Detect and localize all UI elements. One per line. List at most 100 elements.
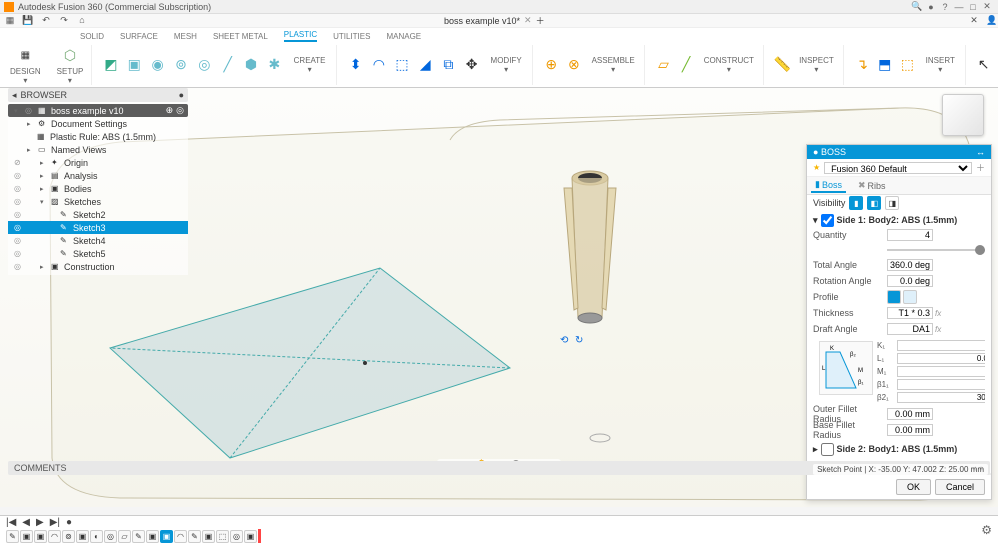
home-icon[interactable]: ⌂ <box>76 15 88 27</box>
ok-button[interactable]: OK <box>896 479 931 495</box>
tool-shell[interactable]: ⬚ <box>391 54 412 76</box>
quantity-input[interactable] <box>887 229 933 241</box>
preset-select[interactable]: Fusion 360 Default <box>824 162 972 174</box>
param-m1[interactable] <box>897 366 985 377</box>
timeline-feature[interactable]: ✎ <box>6 530 19 543</box>
tool-move[interactable]: ✥ <box>461 54 482 76</box>
tool-plane[interactable]: ▱ <box>653 54 674 76</box>
vis-mode-2[interactable]: ◧ <box>867 196 881 210</box>
undo-icon[interactable]: ↶ <box>40 15 52 27</box>
tree-origin[interactable]: ⊘✦Origin <box>8 156 188 169</box>
base-fillet-input[interactable] <box>887 424 933 436</box>
timeline-feature[interactable]: ▣ <box>146 530 159 543</box>
tool-axis[interactable]: ╱ <box>676 54 697 76</box>
tab-surface[interactable]: SURFACE <box>120 32 158 42</box>
close-tab-icon[interactable]: ✕ <box>524 15 532 26</box>
tab-manage[interactable]: MANAGE <box>386 32 421 42</box>
param-k1[interactable] <box>897 340 985 351</box>
timeline-feature[interactable]: ▱ <box>118 530 131 543</box>
view-cube[interactable] <box>942 94 984 136</box>
tool-insert-deriv[interactable]: ↴ <box>852 54 873 76</box>
param-b1[interactable] <box>897 379 985 390</box>
tool-select[interactable]: ↖ <box>974 54 994 76</box>
tree-bodies[interactable]: ◎▣Bodies <box>8 182 188 195</box>
rotation-angle-input[interactable] <box>887 275 933 287</box>
document-tab[interactable]: boss example v10* ✕ ＋ <box>444 14 545 27</box>
vis-mode-3[interactable]: ◨ <box>885 196 899 210</box>
tab-mesh[interactable]: MESH <box>174 32 197 42</box>
settings-gear-icon[interactable]: ⚙ <box>981 523 992 537</box>
tree-construction[interactable]: ◎▣Construction <box>8 260 188 273</box>
tool-boss[interactable]: ◎ <box>194 54 215 76</box>
tree-sketches[interactable]: ◎▨Sketches <box>8 195 188 208</box>
side2-check[interactable] <box>821 443 834 456</box>
tool-snap[interactable]: ⬢ <box>240 54 261 76</box>
timeline-feature[interactable]: ✎ <box>132 530 145 543</box>
tl-next[interactable]: ▶| <box>50 517 60 528</box>
tab-plastic[interactable]: PLASTIC <box>284 30 317 42</box>
pin-icon[interactable]: ↔ <box>976 147 985 157</box>
draft-input[interactable] <box>887 323 933 335</box>
collapse-icon[interactable]: ◂ <box>12 90 17 101</box>
profile-opt-1[interactable] <box>887 290 901 304</box>
tl-first[interactable]: |◀ <box>6 517 16 528</box>
data-panel-icon[interactable]: ▦ <box>4 15 16 27</box>
extensions-icon[interactable]: ✕ <box>968 15 980 27</box>
param-b2[interactable] <box>897 392 985 403</box>
tool-insert-mc[interactable]: ⬒ <box>874 54 895 76</box>
timeline-feature[interactable]: ▣ <box>244 530 257 543</box>
tool-draft[interactable]: ◢ <box>415 54 436 76</box>
timeline-feature[interactable]: ▣ <box>20 530 33 543</box>
outer-fillet-input[interactable] <box>887 408 933 420</box>
timeline-feature[interactable]: ✎ <box>188 530 201 543</box>
notifications-icon[interactable]: ● <box>924 2 938 12</box>
tool-joint[interactable]: ⊕ <box>541 54 562 76</box>
boss-tab-boss[interactable]: ▮Boss <box>811 178 846 193</box>
favorite-icon[interactable]: ★ <box>813 163 820 172</box>
profile-opt-2[interactable] <box>903 290 917 304</box>
redo-icon[interactable]: ↷ <box>58 15 70 27</box>
maximize-button[interactable]: □ <box>966 2 980 12</box>
tool-rib[interactable]: ╱ <box>217 54 238 76</box>
cancel-button[interactable]: Cancel <box>935 479 985 495</box>
tree-doc-settings[interactable]: ⚙Document Settings <box>8 117 188 130</box>
tool-combine[interactable]: ⧉ <box>438 54 459 76</box>
tl-last[interactable]: ● <box>66 517 72 528</box>
browser-options-icon[interactable]: ● <box>179 90 184 100</box>
tree-named-views[interactable]: ▭Named Views <box>8 143 188 156</box>
timeline-feature[interactable]: ◠ <box>48 530 61 543</box>
timeline-feature[interactable]: ◎ <box>104 530 117 543</box>
tool-hole[interactable]: ⊚ <box>170 54 191 76</box>
tree-sketch-item[interactable]: ◎✎Sketch5 <box>8 247 188 260</box>
boss-tab-ribs[interactable]: ✖Ribs <box>854 179 890 192</box>
save-icon[interactable]: 💾 <box>22 15 34 27</box>
tl-prev[interactable]: ◀ <box>22 517 30 528</box>
help-icon[interactable]: ? <box>938 2 952 12</box>
timeline-feature[interactable]: ▣ <box>160 530 173 543</box>
thickness-input[interactable] <box>887 307 933 319</box>
timeline-feature[interactable]: ▣ <box>34 530 47 543</box>
vis-mode-1[interactable]: ▮ <box>849 196 863 210</box>
timeline-feature[interactable]: ◎ <box>230 530 243 543</box>
setup-button[interactable]: ⬡ SETUP ▾ <box>53 42 88 87</box>
boss-panel-title[interactable]: ● BOSS ↔ <box>807 145 991 159</box>
tree-root[interactable]: ◎▦boss example v10⊕◎ <box>8 104 188 117</box>
add-preset-icon[interactable]: ＋ <box>976 161 985 174</box>
quantity-slider[interactable] <box>813 243 985 257</box>
tool-insert-mesh[interactable]: ⬚ <box>897 54 918 76</box>
side2-header[interactable]: ▸Side 2: Body1: ABS (1.5mm) <box>813 442 985 456</box>
minimize-button[interactable]: — <box>952 2 966 12</box>
side1-check[interactable] <box>821 214 834 227</box>
tool-fillet[interactable]: ◠ <box>368 54 389 76</box>
tree-sketch-item-selected[interactable]: ◎✎Sketch3 <box>8 221 188 234</box>
tool-as-built[interactable]: ⊗ <box>564 54 585 76</box>
tab-utilities[interactable]: UTILITIES <box>333 32 370 42</box>
workspace-switcher[interactable]: ▦ DESIGN ▾ <box>6 42 45 87</box>
side1-header[interactable]: ▾Side 1: Body2: ABS (1.5mm) <box>813 213 985 227</box>
tl-play[interactable]: ▶ <box>36 517 44 528</box>
tree-plastic-rule[interactable]: ▦Plastic Rule: ABS (1.5mm) <box>8 130 188 143</box>
browser-header[interactable]: ◂ BROWSER ● <box>8 88 188 102</box>
timeline-feature[interactable]: ◠ <box>174 530 187 543</box>
tree-sketch-item[interactable]: ◎✎Sketch2 <box>8 208 188 221</box>
timeline-feature[interactable]: ▣ <box>76 530 89 543</box>
